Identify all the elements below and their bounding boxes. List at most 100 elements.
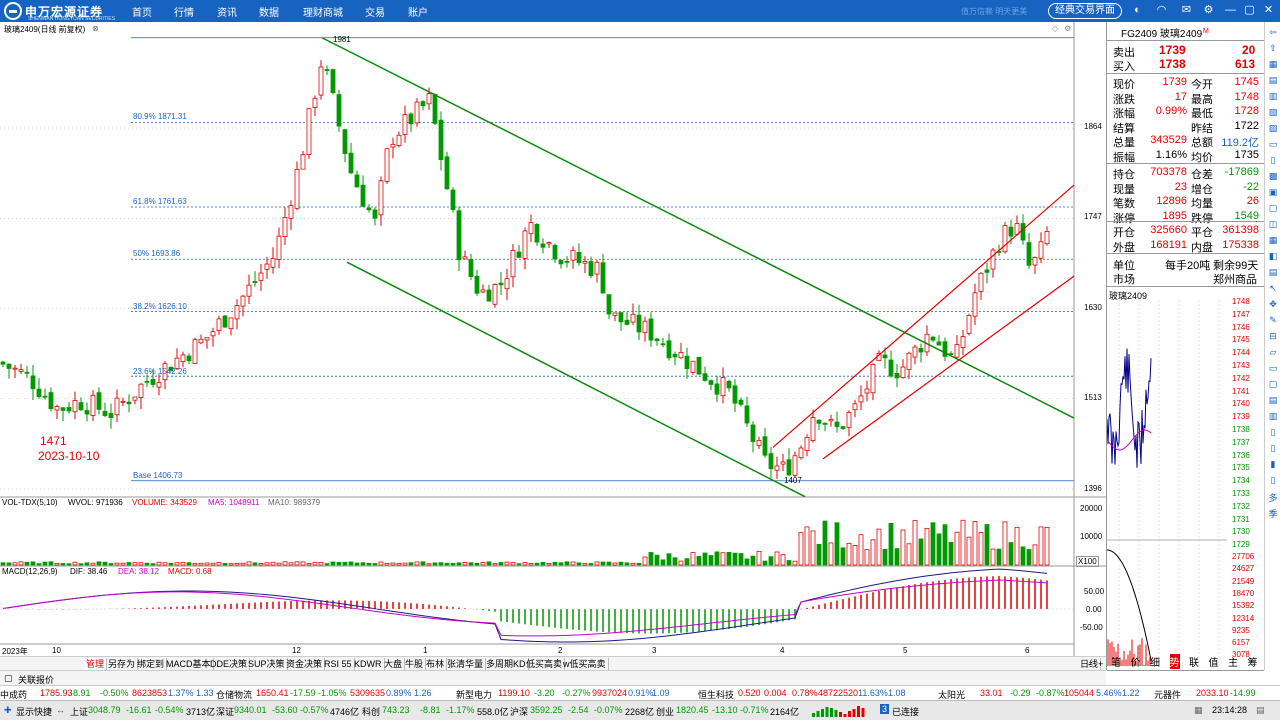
- move-icon[interactable]: ✥: [1266, 298, 1280, 310]
- list-icon[interactable]: ▤: [1266, 74, 1280, 86]
- quick-show-label[interactable]: 显示快捷: [16, 705, 52, 718]
- chart-title-options-icon[interactable]: ⊗: [92, 24, 99, 33]
- tab-bollinger[interactable]: 布林: [424, 658, 448, 670]
- scale-icon[interactable]: ▥: [1266, 410, 1280, 422]
- cy-label[interactable]: 创业: [656, 705, 674, 718]
- settings-icon[interactable]: ⚙: [1202, 4, 1215, 17]
- tile-icon[interactable]: ▦: [1266, 234, 1280, 246]
- shape-icon[interactable]: ▱: [1266, 346, 1280, 358]
- note-icon[interactable]: ▤: [1266, 394, 1280, 406]
- tab-fund[interactable]: 资金决策: [284, 658, 326, 670]
- side-multi-label[interactable]: 多: [1266, 492, 1280, 504]
- nav-quotes[interactable]: 行情: [174, 4, 194, 19]
- candle-body-46: [276, 235, 282, 260]
- chart-settings-icon[interactable]: ⚙: [1064, 24, 1071, 33]
- arrow-left-icon[interactable]: ⇦: [1266, 26, 1280, 38]
- candle-body-139: [834, 421, 840, 427]
- tab-multikd[interactable]: 多周期KD: [484, 658, 529, 670]
- nav-trade[interactable]: 交易: [365, 4, 385, 19]
- candle-body-108: [648, 318, 654, 341]
- calendar-small-icon[interactable]: ▦: [1194, 705, 1203, 716]
- tab-dde[interactable]: DDE决策: [208, 658, 251, 670]
- document-icon[interactable]: ▯: [1266, 154, 1280, 166]
- table-icon[interactable]: ▧: [1266, 106, 1280, 118]
- arrow-up-icon[interactable]: ⇧: [1266, 42, 1280, 54]
- connection-status[interactable]: 已连接: [892, 705, 919, 718]
- grid-icon[interactable]: ▦: [1266, 58, 1280, 70]
- columns-icon[interactable]: ▩: [1266, 170, 1280, 182]
- tab-saveas[interactable]: 另存为: [106, 658, 139, 670]
- page2-icon[interactable]: ▮: [1266, 458, 1280, 470]
- side-season-label[interactable]: 季: [1266, 508, 1280, 520]
- volume-bar-142: [852, 545, 858, 566]
- quote-tab-4[interactable]: 联: [1189, 654, 1199, 669]
- tab-macd-basic[interactable]: MACD基本: [164, 658, 214, 670]
- chart-area[interactable]: 玻璃2409(日线 前复权) ⊗ ◇ ⚙ 1981 1407 80.9% 187…: [0, 22, 1106, 656]
- sz-label[interactable]: 深证: [216, 705, 234, 718]
- hs-label[interactable]: 沪深: [510, 705, 528, 718]
- tab-manage[interactable]: 管理: [84, 658, 108, 670]
- sh-label[interactable]: 上证: [70, 705, 88, 718]
- chart-diamond-icon[interactable]: ◇: [1052, 24, 1058, 33]
- quote-tab-6[interactable]: 主: [1228, 654, 1238, 669]
- tab-dapan[interactable]: 大盘: [382, 658, 406, 670]
- maximize-icon[interactable]: ▢: [1243, 4, 1256, 17]
- mini-price-17: 1731: [1232, 514, 1250, 524]
- tab-zqhl[interactable]: 张清华量: [445, 658, 487, 670]
- page-icon[interactable]: ▯: [1266, 442, 1280, 454]
- sector-2-field-5: 0.91%: [628, 688, 654, 698]
- stack-icon[interactable]: ▣: [1266, 186, 1280, 198]
- zoom-out-button[interactable]: -: [1086, 658, 1093, 670]
- zoom-in-button[interactable]: +: [1096, 658, 1105, 670]
- doc2-icon[interactable]: ▯: [1266, 426, 1280, 438]
- ruler-icon[interactable]: ⊟: [1266, 330, 1280, 342]
- quote-tab-0[interactable]: 笔: [1111, 654, 1121, 669]
- candle-body-91: [546, 242, 552, 245]
- text-icon[interactable]: ▭: [1266, 362, 1280, 374]
- quick-plus-icon[interactable]: ✚: [4, 705, 12, 716]
- mini-vol-2: 21549: [1232, 576, 1255, 586]
- nav-home[interactable]: 首页: [132, 4, 152, 19]
- classic-trade-button[interactable]: 经典交易界面: [1048, 3, 1122, 19]
- volume-bar-11: [66, 563, 72, 566]
- tab-wdimai[interactable]: w低买高卖: [561, 658, 609, 670]
- tab-sup[interactable]: SUP决策: [246, 658, 288, 670]
- kc-label[interactable]: 科创: [362, 705, 380, 718]
- candle-body-124: [744, 405, 750, 424]
- headset-icon[interactable]: ◠: [1155, 4, 1168, 17]
- volume-bar-91: [546, 563, 552, 566]
- tab-kdwr[interactable]: KDWR: [352, 658, 385, 670]
- tray-icon[interactable]: ▤: [1256, 705, 1265, 716]
- nav-account[interactable]: 账户: [408, 4, 428, 19]
- minimize-icon[interactable]: —: [1224, 4, 1237, 17]
- expand-icon[interactable]: ▢: [4, 673, 13, 684]
- quote-tab-1[interactable]: 价: [1131, 654, 1141, 669]
- tab-niugu[interactable]: 牛股: [403, 658, 427, 670]
- mail-icon[interactable]: ✉: [1180, 4, 1193, 17]
- calendar-icon[interactable]: ▨: [1266, 122, 1280, 134]
- cursor-icon[interactable]: ↖: [1266, 282, 1280, 294]
- theme-icon[interactable]: ◐: [1131, 4, 1144, 17]
- quote-tab-5[interactable]: 值: [1209, 654, 1219, 669]
- frame-icon[interactable]: ▢: [1266, 202, 1280, 214]
- tab-bind[interactable]: 绑定到: [135, 658, 168, 670]
- nav-mall[interactable]: 理财商城: [303, 4, 343, 19]
- candle-body-15: [90, 394, 96, 416]
- quote-tab-3[interactable]: 势: [1169, 654, 1180, 669]
- pen-icon[interactable]: ✎: [1266, 314, 1280, 326]
- tab-rsi[interactable]: RSI 55: [322, 658, 355, 670]
- box-icon[interactable]: ▢: [1266, 378, 1280, 390]
- split-icon[interactable]: ◧: [1266, 250, 1280, 262]
- r2-row-3-col-1: 1895: [1162, 209, 1187, 222]
- nav-news[interactable]: 资讯: [217, 4, 237, 19]
- quote-tab-2[interactable]: 细: [1150, 654, 1160, 669]
- panel-icon[interactable]: ◫: [1266, 218, 1280, 230]
- nav-data[interactable]: 数据: [259, 4, 279, 19]
- window-icon[interactable]: ▭: [1266, 138, 1280, 150]
- layout-icon[interactable]: ▤: [1266, 266, 1280, 278]
- chart-line-icon[interactable]: ▥: [1266, 90, 1280, 102]
- tab-dimai[interactable]: 低买高卖: [524, 658, 566, 670]
- page3-icon[interactable]: ▯: [1266, 474, 1280, 486]
- quote-tab-7[interactable]: 筹: [1248, 654, 1258, 669]
- close-icon[interactable]: ✕: [1262, 4, 1275, 17]
